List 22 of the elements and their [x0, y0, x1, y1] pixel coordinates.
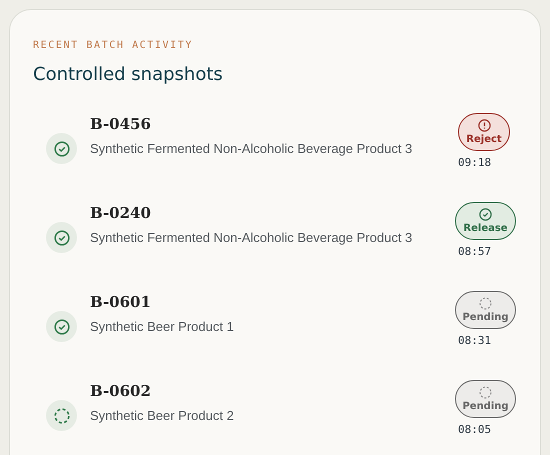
product-name: Synthetic Beer Product 2	[90, 408, 235, 423]
dashed-circle-icon	[479, 297, 492, 310]
batch-id: B-0602	[90, 382, 152, 400]
badge-label: Pending	[462, 401, 509, 412]
badge-label: Release	[463, 223, 508, 234]
timestamp: 09:18	[458, 156, 492, 169]
card-title: Controlled snapshots	[33, 64, 224, 85]
product-name: Synthetic Beer Product 1	[90, 319, 235, 334]
product-name: Synthetic Fermented Non-Alcoholic Beverage Product 3	[90, 230, 414, 245]
dashed-circle-icon	[479, 386, 492, 399]
alert-icon	[478, 119, 490, 132]
timestamp: 08:57	[458, 245, 492, 258]
product-name: Synthetic Fermented Non-Alcoholic Beverage Product 3	[90, 141, 414, 156]
timestamp: 08:31	[458, 334, 492, 347]
batch-id: B-0601	[90, 293, 152, 311]
section-label: RECENT BATCH ACTIVITY	[33, 40, 194, 51]
check-circle-icon	[479, 208, 492, 221]
batch-id: B-0456	[90, 115, 152, 133]
batch-id: B-0240	[90, 204, 152, 222]
badge-label: Pending	[462, 312, 509, 323]
timestamp: 08:05	[458, 423, 492, 436]
badge-label: Reject	[466, 134, 502, 145]
